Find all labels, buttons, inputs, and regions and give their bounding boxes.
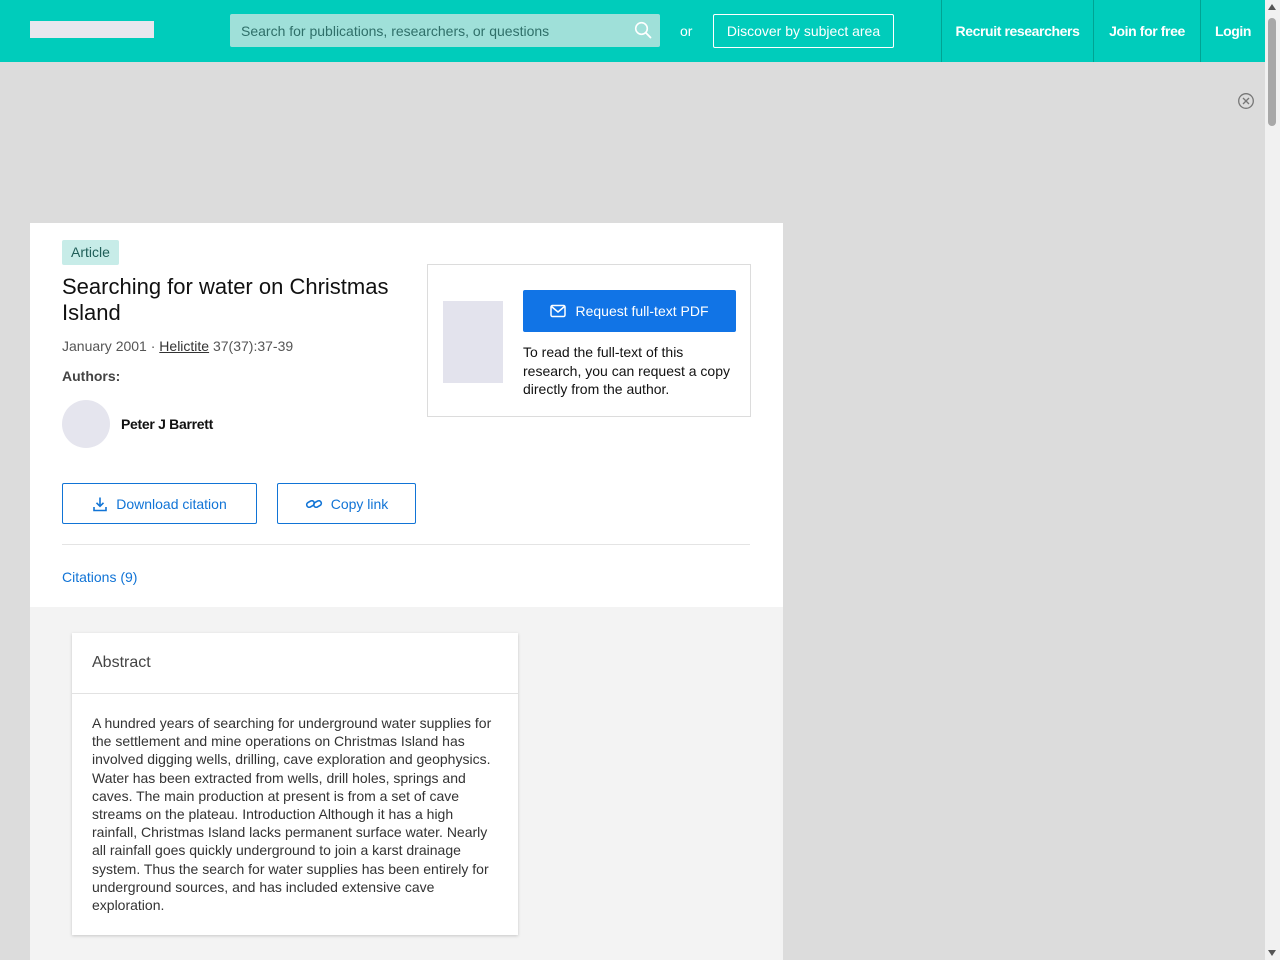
publication-header-card: Article Searching for water on Christmas… — [30, 223, 783, 607]
search-icon[interactable] — [634, 21, 652, 39]
article-type-badge: Article — [62, 240, 119, 265]
request-fulltext-label: Request full-text PDF — [575, 303, 709, 319]
nav-login[interactable]: Login — [1200, 0, 1265, 62]
page-scrollbar[interactable] — [1265, 0, 1280, 960]
scrollbar-thumb[interactable] — [1268, 18, 1276, 126]
author-name[interactable]: Peter J Barrett — [121, 416, 213, 432]
copy-link-label: Copy link — [330, 495, 389, 512]
request-description: To read the full-text of this research, … — [523, 344, 731, 397]
meta-separator: · — [146, 338, 160, 354]
discover-by-subject-button[interactable]: Discover by subject area — [713, 14, 894, 48]
header-nav: Recruit researchers Join for free Login — [941, 0, 1265, 62]
nav-join-for-free[interactable]: Join for free — [1093, 0, 1200, 62]
or-label: or — [680, 23, 693, 39]
logo-placeholder[interactable] — [30, 21, 154, 38]
volume-pages: 37(37):37-39 — [209, 338, 294, 354]
download-citation-label: Download citation — [116, 495, 227, 512]
link-icon — [305, 499, 322, 508]
download-citation-button[interactable]: Download citation — [62, 483, 257, 524]
scroll-down-arrow-icon[interactable] — [1268, 950, 1276, 956]
request-fulltext-box: Request full-text PDF To read the full-t… — [427, 264, 751, 417]
mail-icon — [550, 304, 567, 318]
download-icon — [93, 497, 108, 511]
abstract-divider — [72, 693, 518, 694]
nav-recruit-researchers[interactable]: Recruit researchers — [941, 0, 1093, 62]
author-avatar[interactable] — [62, 400, 110, 448]
abstract-heading: Abstract — [92, 654, 151, 671]
abstract-card: Abstract A hundred years of searching fo… — [72, 633, 518, 935]
journal-link[interactable]: Helictite — [159, 338, 209, 354]
request-fulltext-pdf-button[interactable]: Request full-text PDF — [523, 290, 736, 332]
search-input[interactable] — [230, 14, 630, 47]
abstract-text: A hundred years of searching for undergr… — [92, 715, 492, 914]
authors-label: Authors: — [62, 368, 121, 384]
copy-link-button[interactable]: Copy link — [277, 483, 416, 524]
tab-citations[interactable]: Citations (9) — [62, 569, 137, 585]
search-box — [230, 14, 660, 47]
close-circle-icon[interactable] — [1237, 92, 1255, 110]
content-area: Abstract A hundred years of searching fo… — [30, 607, 783, 960]
publication-meta: January 2001 · Helictite 37(37):37-39 — [62, 338, 293, 354]
pdf-thumbnail-placeholder — [443, 301, 503, 383]
top-navigation-bar: or Discover by subject area Recruit rese… — [0, 0, 1265, 62]
scroll-up-arrow-icon[interactable] — [1268, 4, 1276, 10]
publication-title: Searching for water on Christmas Island — [62, 274, 389, 325]
publication-date: January 2001 — [62, 338, 147, 354]
card-divider — [62, 544, 750, 545]
